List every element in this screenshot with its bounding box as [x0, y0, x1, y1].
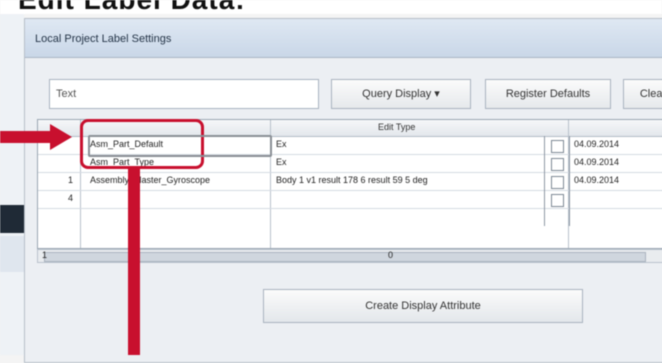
- row-date: 04.09.2014: [574, 175, 620, 185]
- background-dark-band: [0, 205, 24, 233]
- clear-button[interactable]: Clear: [623, 79, 662, 109]
- create-display-attribute-button[interactable]: Create Display Attribute: [263, 289, 583, 323]
- row-number: 4: [68, 193, 74, 203]
- row-checkbox[interactable]: [551, 158, 564, 171]
- scroll-label-mid: 0: [388, 250, 394, 260]
- register-defaults-button[interactable]: Register Defaults: [485, 79, 611, 109]
- query-display-label: Query Display: [362, 88, 432, 100]
- row-number: 1: [68, 175, 74, 185]
- caption-text: Edit Label Data:: [18, 0, 246, 14]
- row-checkbox[interactable]: [551, 176, 564, 189]
- row-value: Body 1 v1 result 178 6 result 59 5 deg: [276, 175, 428, 185]
- scroll-label-left: 1: [42, 250, 48, 260]
- background-strip: [0, 14, 24, 355]
- toolbar: Query Display ▾ Register Defaults Clear: [25, 71, 662, 123]
- row-date: 04.09.2014: [574, 139, 620, 149]
- filter-input[interactable]: [49, 79, 319, 109]
- row-checkbox[interactable]: [551, 140, 564, 153]
- row-name: Assembly_Master_Gyroscope: [90, 175, 211, 185]
- annotation-arrow-body: [0, 131, 52, 143]
- arrow-right-icon: [50, 124, 72, 150]
- column-header-edit-type: Edit Type: [378, 122, 416, 132]
- page-caption: Edit Label Data:: [0, 0, 662, 14]
- row-value: Ex: [276, 157, 287, 167]
- row-date: 04.09.2014: [574, 157, 620, 167]
- selected-row-outline: [88, 135, 272, 157]
- row-value: Ex: [276, 139, 287, 149]
- window-titlebar: Local Project Label Settings: [25, 19, 662, 58]
- chevron-down-icon: ▾: [434, 88, 440, 100]
- row-checkbox[interactable]: [551, 194, 564, 207]
- window-title: Local Project Label Settings: [35, 33, 172, 45]
- annotation-pointer-line: [128, 166, 140, 355]
- query-display-dropdown[interactable]: Query Display ▾: [331, 79, 471, 109]
- label-settings-window: Local Project Label Settings Query Displ…: [24, 18, 662, 363]
- checkbox-column: [544, 136, 570, 226]
- background-light-band: [0, 236, 24, 272]
